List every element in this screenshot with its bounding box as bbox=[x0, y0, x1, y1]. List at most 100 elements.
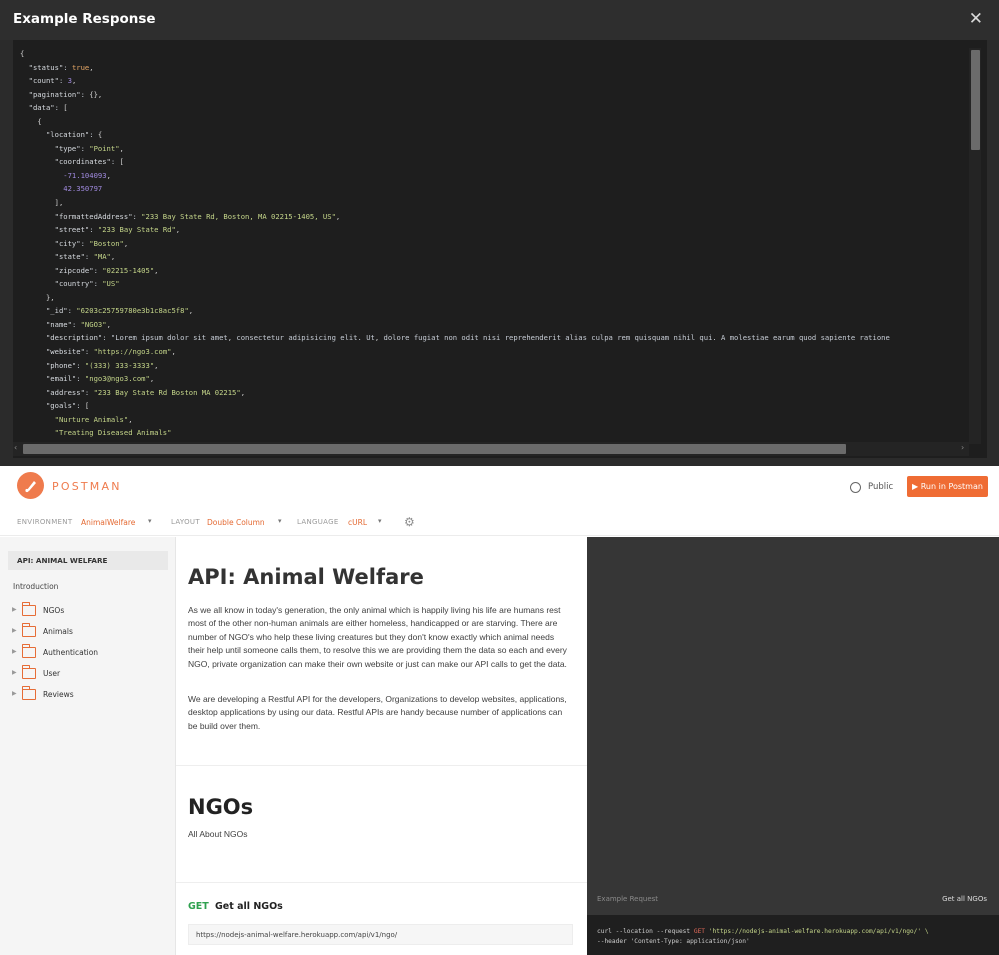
json-line: "goals": [ bbox=[45, 401, 90, 411]
horizontal-scrollbar-thumb[interactable] bbox=[23, 444, 846, 454]
json-line: "location": { bbox=[45, 130, 103, 140]
json-line: -71.104093, bbox=[63, 170, 111, 180]
section-title: NGOs bbox=[188, 795, 254, 819]
json-line: }, bbox=[45, 292, 55, 302]
environment-label: ENVIRONMENT bbox=[17, 518, 73, 526]
collection-name: API: ANIMAL WELFARE bbox=[17, 556, 108, 565]
language-select[interactable]: cURL bbox=[348, 518, 367, 527]
options-bar: ENVIRONMENT AnimalWelfare ▾ LAYOUT Doubl… bbox=[0, 508, 999, 536]
json-line: "website": "https://ngo3.com", bbox=[45, 347, 176, 357]
example-request-code[interactable]: curl --location --request GET 'https://n… bbox=[587, 915, 999, 955]
sidebar-item-user[interactable]: ▶ User bbox=[12, 665, 162, 681]
json-line: "city": "Boston", bbox=[54, 238, 129, 248]
language-label: LANGUAGE bbox=[297, 518, 339, 526]
json-line: "data": [ bbox=[28, 103, 68, 113]
divider bbox=[176, 882, 587, 883]
intro-paragraph: We are developing a Restful API for the … bbox=[188, 694, 567, 731]
json-line: "email": "ngo3@ngo3.com", bbox=[45, 374, 155, 384]
example-panel: Example Request Get all NGOs curl --loca… bbox=[587, 537, 999, 955]
gear-icon[interactable]: ⚙ bbox=[404, 515, 415, 529]
example-response-modal: Example Response ✕ { "status": true, "co… bbox=[0, 0, 999, 466]
sidebar: API: ANIMAL WELFARE Introduction ▶ NGOs … bbox=[0, 537, 176, 955]
json-line: { bbox=[37, 116, 42, 126]
sidebar-item-ngos[interactable]: ▶ NGOs bbox=[12, 602, 162, 618]
sidebar-item-introduction[interactable]: Introduction bbox=[13, 582, 58, 591]
folder-icon bbox=[22, 686, 36, 700]
json-line: ], bbox=[54, 198, 64, 208]
logo-wordmark[interactable]: POSTMAN bbox=[52, 480, 122, 493]
chevron-down-icon[interactable]: ▾ bbox=[148, 517, 152, 525]
example-request-name[interactable]: Get all NGOs bbox=[942, 895, 987, 903]
json-line: "country": "US" bbox=[54, 279, 120, 289]
postman-docs-page: POSTMAN Public ▶ Run in Postman ENVIRONM… bbox=[0, 466, 999, 955]
layout-label: LAYOUT bbox=[171, 518, 200, 526]
divider bbox=[176, 765, 587, 766]
http-method-badge: GET bbox=[188, 901, 209, 912]
json-line: "_id": "6203c25759780e3b1c8ac5f8", bbox=[45, 306, 194, 316]
request-url[interactable]: https://nodejs-animal-welfare.herokuapp.… bbox=[196, 931, 397, 939]
modal-title: Example Response bbox=[13, 11, 156, 27]
json-line: "status": true, bbox=[28, 62, 94, 72]
json-line: "state": "MA", bbox=[54, 252, 116, 262]
request-url-box[interactable]: https://nodejs-animal-welfare.herokuapp.… bbox=[188, 924, 573, 945]
sidebar-item-authentication[interactable]: ▶ Authentication bbox=[12, 644, 162, 660]
intro-paragraph: As we all know in today's generation, th… bbox=[188, 605, 567, 669]
chevron-down-icon[interactable]: ▾ bbox=[378, 517, 382, 525]
sidebar-item-label: NGOs bbox=[43, 606, 65, 615]
json-line: "pagination": {}, bbox=[28, 89, 103, 99]
chevron-right-icon[interactable]: ▶ bbox=[12, 606, 17, 613]
chevron-down-icon[interactable]: ▾ bbox=[278, 517, 282, 525]
folder-icon bbox=[22, 665, 36, 679]
endpoint-title[interactable]: Get all NGOs bbox=[215, 901, 283, 912]
folder-icon bbox=[22, 623, 36, 637]
sidebar-item-reviews[interactable]: ▶ Reviews bbox=[12, 686, 162, 702]
json-line: "type": "Point", bbox=[54, 143, 124, 153]
modal-header: Example Response ✕ bbox=[0, 0, 999, 40]
json-line: "phone": "(333) 333-3333", bbox=[45, 360, 159, 370]
chevron-right-icon[interactable]: ▶ bbox=[12, 690, 17, 697]
json-line: "zipcode": "02215-1405", bbox=[54, 265, 159, 275]
curl-method: GET bbox=[693, 928, 706, 935]
json-line: "description": "Lorem ipsum dolor sit am… bbox=[45, 333, 890, 343]
json-line: "count": 3, bbox=[28, 76, 77, 86]
globe-icon bbox=[850, 482, 861, 493]
sidebar-collection-header[interactable]: API: ANIMAL WELFARE bbox=[8, 551, 168, 570]
json-line: { bbox=[20, 49, 25, 58]
json-line: "street": "233 Bay State Rd", bbox=[54, 225, 181, 235]
json-line: "address": "233 Bay State Rd Boston MA 0… bbox=[45, 387, 246, 397]
run-in-postman-button[interactable]: ▶ Run in Postman bbox=[907, 476, 988, 497]
chevron-right-icon[interactable]: ▶ bbox=[12, 627, 17, 634]
sidebar-item-animals[interactable]: ▶ Animals bbox=[12, 623, 162, 639]
scroll-right-arrow-icon[interactable]: › bbox=[961, 443, 964, 452]
chevron-right-icon[interactable]: ▶ bbox=[12, 648, 17, 655]
json-line: "name": "NGO3", bbox=[45, 319, 111, 329]
scroll-left-arrow-icon[interactable]: ‹ bbox=[14, 443, 17, 452]
main-content: API: Animal Welfare As we all know in to… bbox=[176, 537, 587, 955]
json-line: "coordinates": [ bbox=[54, 157, 124, 167]
curl-header: --header 'Content-Type: application/json… bbox=[597, 938, 750, 945]
json-line: "formattedAddress": "233 Bay State Rd, B… bbox=[54, 211, 341, 221]
page-title: API: Animal Welfare bbox=[188, 565, 424, 589]
json-line: 42.350797 bbox=[63, 184, 103, 194]
json-line: "Nurture Animals", bbox=[54, 414, 133, 424]
sidebar-item-label: Animals bbox=[43, 627, 73, 636]
top-bar: POSTMAN Public ▶ Run in Postman bbox=[0, 466, 999, 508]
folder-icon bbox=[22, 602, 36, 616]
postman-logo-icon[interactable] bbox=[17, 472, 44, 499]
response-code-block[interactable]: { "status": true, "count": 3, "paginatio… bbox=[13, 40, 987, 458]
example-request-label: Example Request bbox=[597, 895, 659, 903]
close-icon[interactable]: ✕ bbox=[969, 9, 983, 29]
layout-select[interactable]: Double Column bbox=[207, 518, 265, 527]
curl-snippet: curl --location --request GET 'https://n… bbox=[597, 927, 929, 947]
curl-prefix: curl --location --request bbox=[597, 928, 694, 935]
json-line: "Treating Diseased Animals" bbox=[54, 428, 172, 438]
response-json: { "status": true, "count": 3, "paginatio… bbox=[20, 47, 975, 447]
environment-select[interactable]: AnimalWelfare bbox=[81, 518, 135, 527]
curl-url: 'https://nodejs-animal-welfare.herokuapp… bbox=[705, 928, 929, 935]
chevron-right-icon[interactable]: ▶ bbox=[12, 669, 17, 676]
folder-icon bbox=[22, 644, 36, 658]
sidebar-item-label: Reviews bbox=[43, 690, 74, 699]
vertical-scrollbar-thumb[interactable] bbox=[971, 50, 980, 150]
section-description: All About NGOs bbox=[188, 829, 248, 839]
sidebar-item-label: User bbox=[43, 669, 61, 678]
